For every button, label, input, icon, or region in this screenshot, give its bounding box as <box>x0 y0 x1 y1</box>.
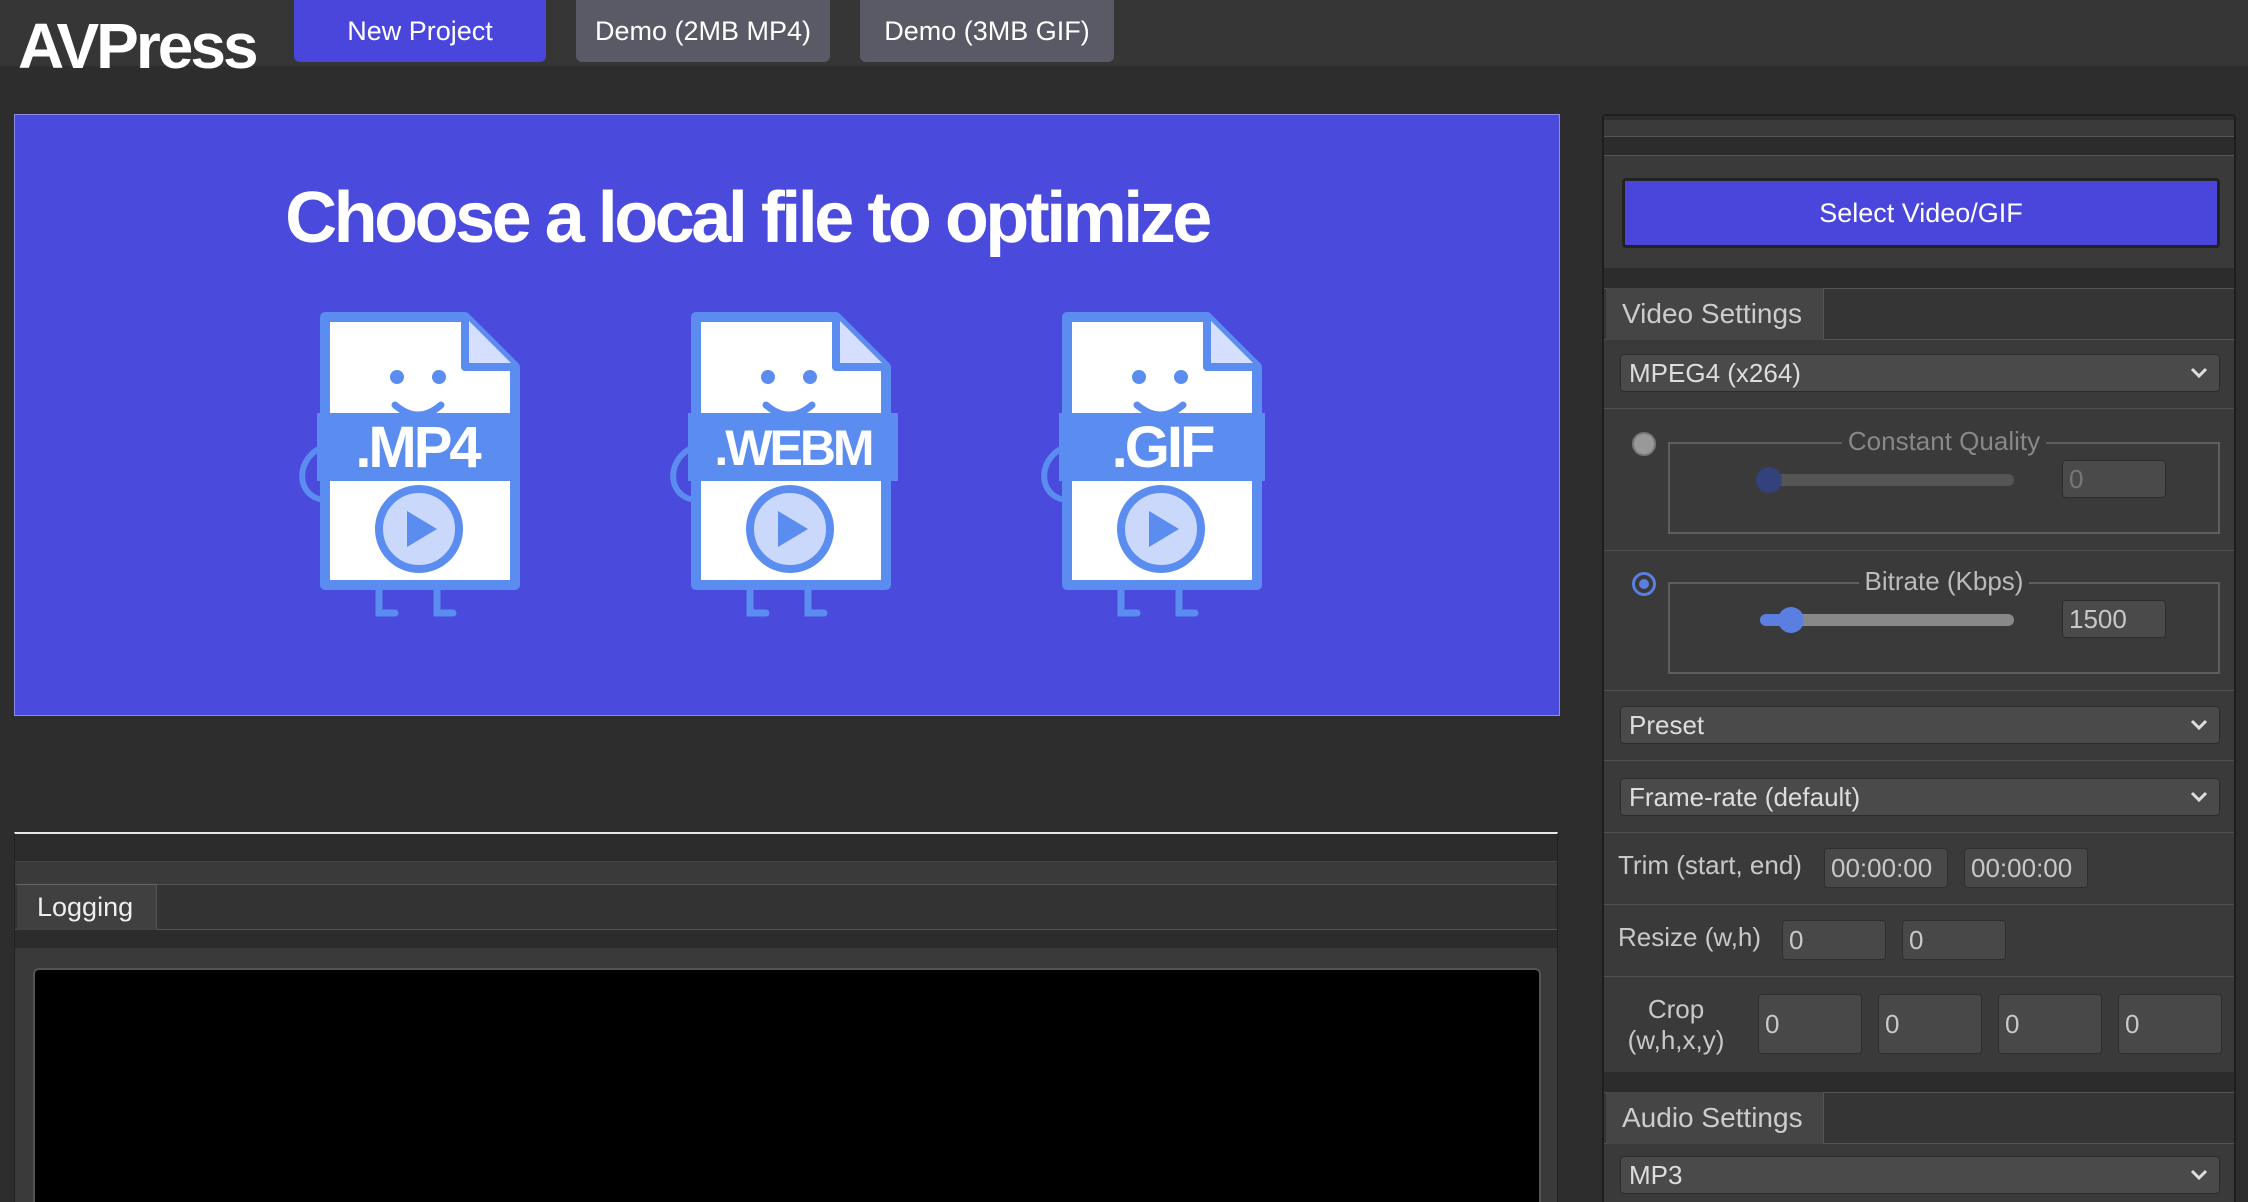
resize-height-input[interactable]: 0 <box>1902 920 2006 960</box>
crop-label-line2: (w,h,x,y) <box>1627 1025 1725 1055</box>
log-output[interactable] <box>33 968 1541 1202</box>
panel-top-strip <box>1604 116 2234 120</box>
framerate-select[interactable]: Frame-rate (default) <box>1620 778 2220 816</box>
panel-divider-strip <box>15 930 1557 948</box>
panel-header-strip <box>1604 136 2234 156</box>
chevron-down-icon <box>2190 791 2208 803</box>
crop-x-input[interactable]: 0 <box>1998 994 2102 1054</box>
tab-logging[interactable]: Logging <box>17 884 157 930</box>
bitrate-slider-thumb[interactable] <box>1778 607 1804 633</box>
video-codec-select[interactable]: MPEG4 (x264) <box>1620 354 2220 392</box>
chevron-down-icon <box>2190 367 2208 379</box>
framerate-value: Frame-rate (default) <box>1629 782 1861 812</box>
row-divider <box>1604 550 2234 551</box>
trim-start-input[interactable]: 00:00:00 <box>1824 848 1948 888</box>
video-codec-value: MPEG4 (x264) <box>1629 358 1801 388</box>
constant-quality-input[interactable]: 0 <box>2062 460 2166 498</box>
new-project-button[interactable]: New Project <box>294 0 546 62</box>
file-drop-zone[interactable]: Choose a local file to optimize .MP4 .WE… <box>14 114 1560 716</box>
top-bar: AVPress New Project Demo (2MB MP4) Demo … <box>0 0 2248 82</box>
resize-label: Resize (w,h) <box>1618 922 1762 952</box>
bitrate-legend: Bitrate (Kbps) <box>1670 566 2218 597</box>
demo-mp4-button[interactable]: Demo (2MB MP4) <box>576 0 830 62</box>
select-video-gif-button[interactable]: Select Video/GIF <box>1622 178 2220 248</box>
mp4-file-icon: .MP4 <box>299 312 520 617</box>
row-divider <box>1604 904 2234 905</box>
panel-header-strip <box>15 834 1557 862</box>
row-divider <box>1604 690 2234 691</box>
section-divider-strip <box>1604 268 2234 288</box>
chevron-down-icon <box>2190 719 2208 731</box>
drop-zone-title: Choose a local file to optimize <box>285 178 1212 258</box>
constant-quality-slider-thumb[interactable] <box>1756 467 1782 493</box>
logging-tab-bar <box>15 884 1557 930</box>
resize-width-input[interactable]: 0 <box>1782 920 1886 960</box>
file-ext-label: .MP4 <box>355 415 481 480</box>
constant-quality-radio[interactable] <box>1632 432 1656 456</box>
row-divider <box>1604 408 2234 409</box>
radio-selected-dot <box>1639 579 1649 589</box>
crop-height-input[interactable]: 0 <box>1878 994 1982 1054</box>
crop-width-input[interactable]: 0 <box>1758 994 1862 1054</box>
preset-select[interactable]: Preset <box>1620 706 2220 744</box>
logging-panel: Logging <box>14 832 1558 1202</box>
trim-end-input[interactable]: 00:00:00 <box>1964 848 2088 888</box>
constant-quality-group: Constant Quality 0 <box>1668 426 2220 534</box>
settings-panel: Select Video/GIF Video Settings MPEG4 (x… <box>1602 114 2236 1202</box>
gif-file-icon: .GIF <box>1041 312 1265 617</box>
file-ext-label: .GIF <box>1112 415 1214 480</box>
file-ext-label: .WEBM <box>714 420 872 476</box>
constant-quality-slider[interactable] <box>1760 474 2014 486</box>
demo-gif-button[interactable]: Demo (3MB GIF) <box>860 0 1114 62</box>
audio-codec-select[interactable]: MP3 <box>1620 1156 2220 1194</box>
crop-y-input[interactable]: 0 <box>2118 994 2222 1054</box>
audio-codec-value: MP3 <box>1629 1160 1683 1190</box>
trim-label: Trim (start, end) <box>1618 850 1802 880</box>
row-divider <box>1604 760 2234 761</box>
bitrate-radio[interactable] <box>1632 572 1656 596</box>
chevron-down-icon <box>2190 1169 2208 1181</box>
preset-value: Preset <box>1629 710 1705 740</box>
section-divider-strip <box>1604 1072 2234 1092</box>
tab-audio-settings[interactable]: Audio Settings <box>1606 1092 1824 1144</box>
webm-file-icon: .WEBM <box>670 312 898 617</box>
app-logo: AVPress <box>18 10 259 82</box>
bitrate-group: Bitrate (Kbps) 1500 <box>1668 566 2220 674</box>
tab-video-settings[interactable]: Video Settings <box>1606 288 1824 340</box>
crop-label-line1: Crop <box>1647 994 1705 1024</box>
row-divider <box>1604 976 2234 977</box>
row-divider <box>1604 832 2234 833</box>
crop-label: Crop (w,h,x,y) <box>1618 994 1734 1056</box>
bitrate-input[interactable]: 1500 <box>2062 600 2166 638</box>
constant-quality-legend: Constant Quality <box>1670 426 2218 457</box>
